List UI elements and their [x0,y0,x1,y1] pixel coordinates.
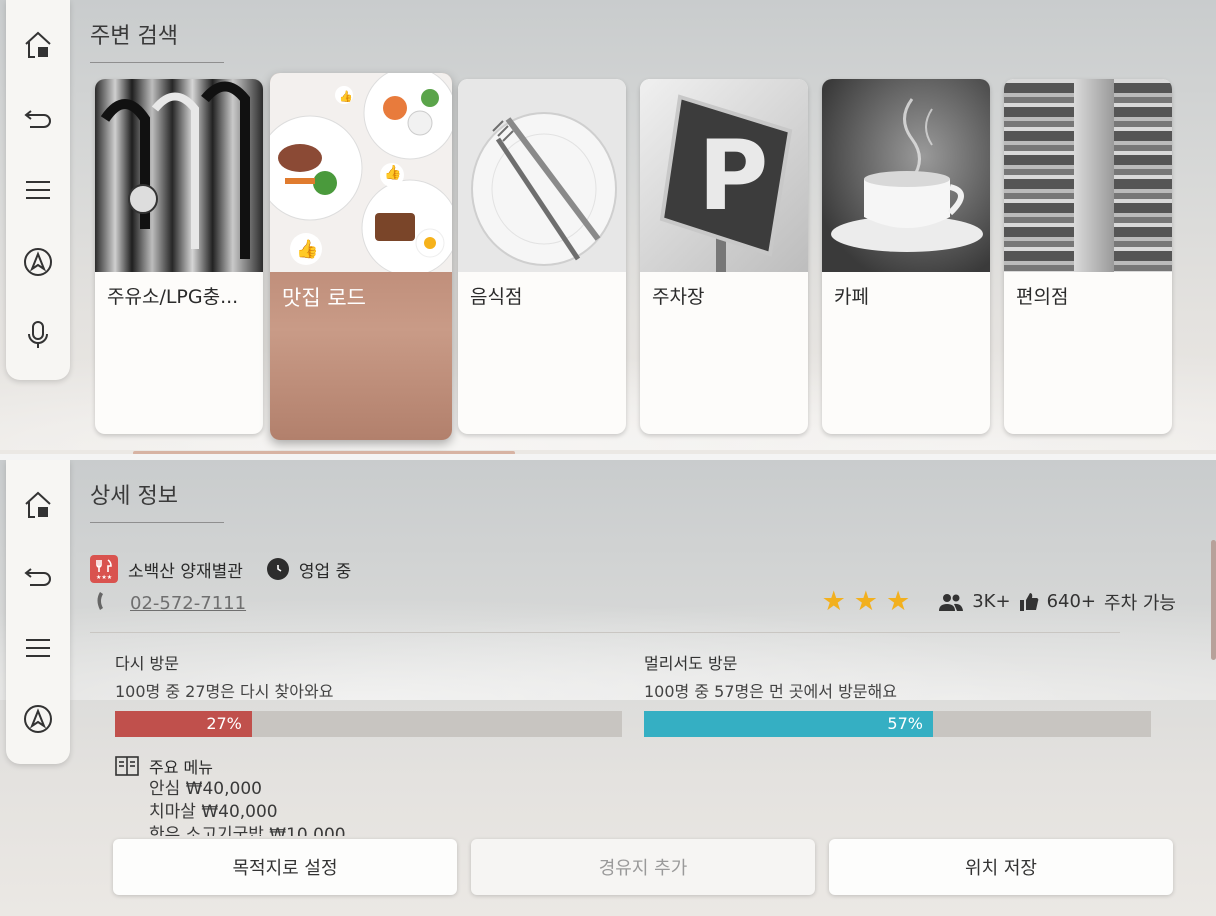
thumbs-up-icon: 👍 [296,239,319,260]
add-waypoint-button[interactable]: 경유지 추가 [471,839,815,895]
category-cards: 주유소/LPG충... 👍 👍 👍 맛집 로드 음식점 P 주차장 카페 편의점 [95,73,1195,440]
food-dishes-photo: 👍 👍 👍 [270,73,452,272]
category-label: 주차장 [652,286,705,308]
parking-sign-photo: P [640,79,808,272]
category-card-parking[interactable]: P 주차장 [640,79,808,434]
home-button[interactable] [13,18,63,72]
coffee-cup-photo [822,79,990,272]
store-shelves-photo [1004,79,1172,272]
category-label: 편의점 [1016,286,1069,308]
category-card-convenience[interactable]: 편의점 [1004,79,1172,434]
menu-icon [26,181,50,200]
menu-header: 주요 메뉴 [115,754,346,778]
fuel-pumps-photo [95,79,263,272]
fuel-nozzle-shapes [100,81,250,259]
main-menu-section: 주요 메뉴 안심 ₩40,000 치마살 ₩40,000 한우 소고기국밥 ₩1… [115,754,346,836]
category-card-fuel[interactable]: 주유소/LPG충... [95,79,263,434]
menu-book-icon [115,756,139,776]
detail-scrollbar[interactable] [1211,540,1216,660]
detail-info-panel: 상세 정보 ★★★ 소백산 양재별관 영업 중 02-572-7111 ★ ★ … [0,460,1216,916]
back-button[interactable] [13,90,63,144]
plate-cutlery-photo [458,79,626,272]
category-label: 음식점 [470,286,523,308]
category-card-restaurant[interactable]: 음식점 [458,79,626,434]
category-label: 주유소/LPG충... [107,286,239,308]
navigation-icon [24,248,52,277]
parking-sign-illustration: P [659,94,793,272]
side-rail [6,0,70,380]
plate-cutlery-illustration [471,112,617,266]
store-aisle [1074,79,1114,272]
menu-clip-region: 주요 메뉴 안심 ₩40,000 치마살 ₩40,000 한우 소고기국밥 ₩1… [0,460,1216,836]
back-icon [24,109,51,128]
microphone-icon [28,320,48,348]
section-title: 주변 검색 [90,18,224,63]
menu-item: 치마살 ₩40,000 [149,802,278,822]
menu-button[interactable] [13,163,63,217]
category-card-food-road[interactable]: 👍 👍 👍 맛집 로드 [270,73,452,440]
save-location-button[interactable]: 위치 저장 [829,839,1173,895]
menu-title: 주요 메뉴 [149,758,213,777]
menu-item: 한우 소고기국밥 ₩10,000 [149,825,346,836]
set-destination-button[interactable]: 목적지로 설정 [113,839,457,895]
nearby-search-panel: 주변 검색 주유소/LPG충... 👍 👍 👍 맛집 로드 음식점 P 주차장 … [0,0,1216,454]
thumbs-up-icon: 👍 [384,165,402,181]
category-label: 맛집 로드 [282,286,366,310]
voice-button[interactable] [13,308,63,362]
home-icon [25,31,51,59]
category-card-cafe[interactable]: 카페 [822,79,990,434]
svg-text:P: P [698,120,768,232]
coffee-cup-illustration [831,98,983,252]
menu-item: 안심 ₩40,000 [149,779,262,799]
category-label: 카페 [834,286,869,308]
svg-text:👍: 👍 [339,90,353,103]
navigation-button[interactable] [13,235,63,289]
action-buttons: 목적지로 설정 경유지 추가 위치 저장 [113,839,1173,895]
